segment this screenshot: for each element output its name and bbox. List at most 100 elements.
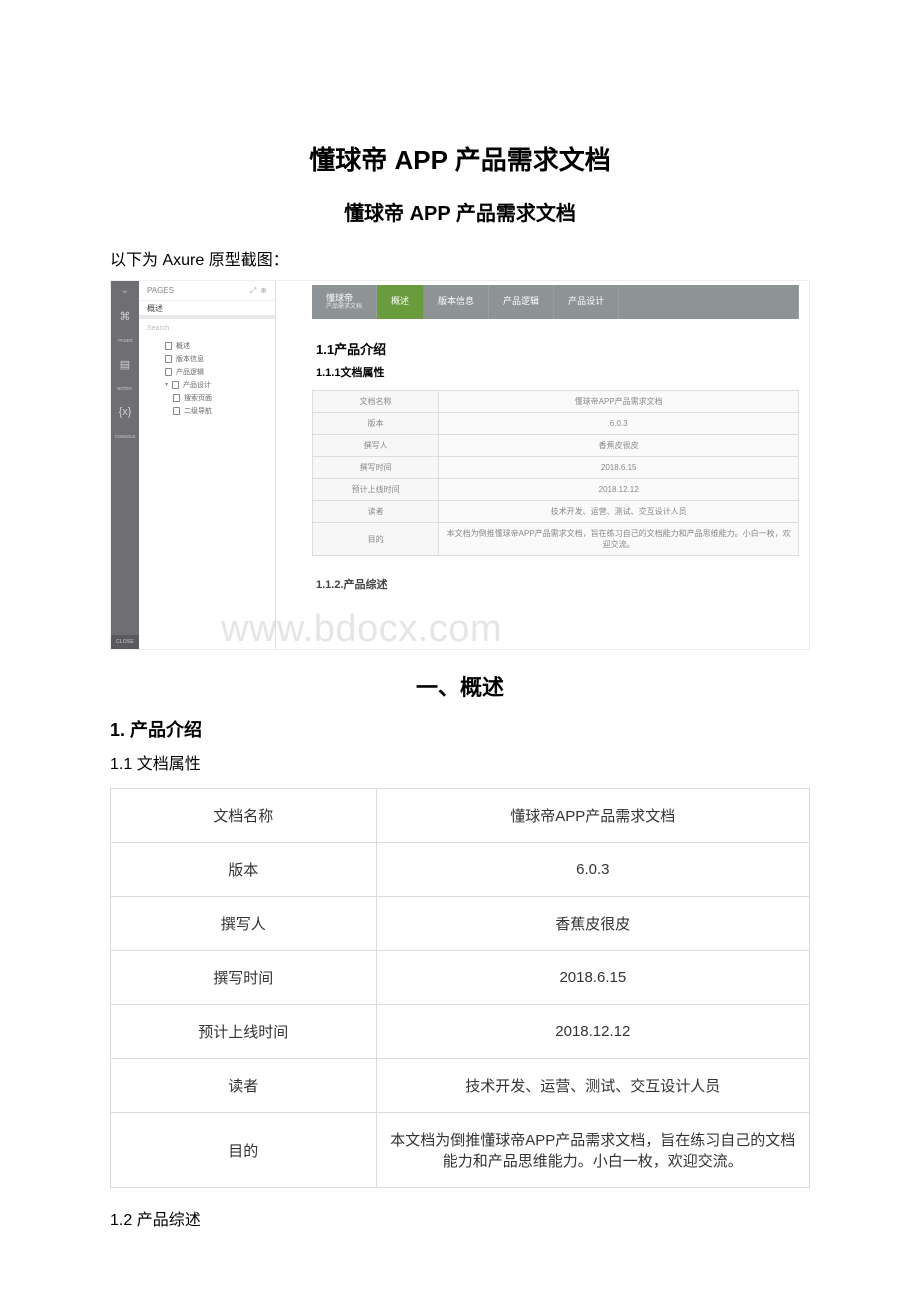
tree-item[interactable]: 概述 bbox=[147, 339, 267, 352]
tree-item[interactable]: 二级导航 bbox=[147, 404, 267, 417]
page-icon bbox=[165, 342, 172, 350]
table-row: 读者技术开发、运营、测试、交互设计人员 bbox=[111, 1059, 810, 1113]
chevron-down-icon: ⌄ bbox=[121, 285, 129, 296]
tree-item-label: 产品设计 bbox=[183, 380, 211, 390]
tree-item[interactable]: 版本信息 bbox=[147, 352, 267, 365]
fx-icon: {x} bbox=[118, 406, 132, 420]
doc-attr-table: 文档名称懂球帝APP产品需求文档版本6.0.3撰写人香蕉皮很皮撰写时间2018.… bbox=[110, 788, 810, 1188]
nav-tab[interactable]: 懂球帝产品需求文档 bbox=[312, 285, 377, 319]
axure-screenshot: ⌄ ⌘ PAGES ▤ NOTES {x} CONSOLE CLOSE PAGE… bbox=[110, 280, 810, 650]
tab-title: 版本信息 bbox=[438, 297, 474, 307]
table-value: 2018.12.12 bbox=[439, 479, 799, 501]
caret-icon: ▾ bbox=[165, 381, 168, 388]
shadow-decor bbox=[809, 281, 810, 649]
table-value: 6.0.3 bbox=[376, 843, 809, 897]
table-value: 技术开发、运营、测试、交互设计人员 bbox=[439, 501, 799, 523]
table-key: 目的 bbox=[313, 523, 439, 556]
tree-item-label: 二级导航 bbox=[184, 406, 212, 416]
close-button[interactable]: CLOSE bbox=[111, 635, 139, 649]
search-input[interactable]: Search bbox=[139, 319, 275, 337]
table-row: 读者技术开发、运营、测试、交互设计人员 bbox=[313, 501, 799, 523]
section-h3a: 1.1 文档属性 bbox=[110, 750, 810, 774]
page-icon bbox=[172, 381, 179, 389]
tab-title: 懂球帝 bbox=[326, 294, 362, 304]
page-icon bbox=[165, 355, 172, 363]
tree-item-label: 概述 bbox=[176, 341, 190, 351]
ax-attr-table: 文档名称懂球帝APP产品需求文档版本6.0.3撰写人香蕉皮很皮撰写时间2018.… bbox=[312, 390, 799, 556]
top-nav: 懂球帝产品需求文档 概述 版本信息 产品逻辑 产品设计 bbox=[312, 285, 799, 319]
table-row: 撰写人香蕉皮很皮 bbox=[111, 897, 810, 951]
table-key: 撰写人 bbox=[313, 435, 439, 457]
tree-item-label: 版本信息 bbox=[176, 354, 204, 364]
section-h3b: 1.2 产品综述 bbox=[110, 1206, 810, 1230]
table-value: 2018.12.12 bbox=[376, 1005, 809, 1059]
sidebar-icon-rail: ⌄ ⌘ PAGES ▤ NOTES {x} CONSOLE bbox=[111, 281, 139, 649]
table-value: 懂球帝APP产品需求文档 bbox=[376, 789, 809, 843]
table-key: 预计上线时间 bbox=[313, 479, 439, 501]
table-key: 读者 bbox=[313, 501, 439, 523]
table-value: 香蕉皮很皮 bbox=[376, 897, 809, 951]
table-row: 预计上线时间2018.12.12 bbox=[111, 1005, 810, 1059]
sidebar-panel: PAGES ⤢ ⊕ 概述 Search 概述版本信息产品逻辑 ▾ 产品设计搜索页面二… bbox=[139, 281, 275, 649]
nav-tab[interactable]: 概述 bbox=[377, 285, 424, 319]
pages-tag: PAGES bbox=[118, 338, 132, 343]
table-value: 本文档为倒推懂球帝APP产品需求文档，旨在练习自己的文档能力和产品思维能力。小白… bbox=[376, 1113, 809, 1188]
table-key: 版本 bbox=[313, 413, 439, 435]
tab-title: 产品设计 bbox=[568, 297, 604, 307]
page-tree: 概述版本信息产品逻辑 ▾ 产品设计搜索页面二级导航 bbox=[139, 337, 275, 419]
page-icon bbox=[165, 368, 172, 376]
tab-title: 概述 bbox=[391, 297, 409, 307]
section-h2: 1. 产品介绍 bbox=[110, 716, 810, 742]
table-row: 撰写时间2018.6.15 bbox=[313, 457, 799, 479]
tree-item[interactable]: 搜索页面 bbox=[147, 391, 267, 404]
table-row: 文档名称懂球帝APP产品需求文档 bbox=[111, 789, 810, 843]
add-icon[interactable]: ⊕ bbox=[260, 286, 267, 295]
nav-tab[interactable]: 产品设计 bbox=[554, 285, 619, 319]
axure-main: 懂球帝产品需求文档 概述 版本信息 产品逻辑 产品设计 1.1产品介绍 1.1.1文档属… bbox=[276, 281, 809, 649]
table-value: 2018.6.15 bbox=[376, 951, 809, 1005]
notes-tag: NOTES bbox=[118, 386, 133, 391]
page-icon bbox=[173, 394, 180, 402]
ax-heading-1: 1.1产品介绍 bbox=[316, 339, 799, 358]
nav-tab[interactable]: 版本信息 bbox=[424, 285, 489, 319]
page-icon bbox=[173, 407, 180, 415]
table-key: 文档名称 bbox=[111, 789, 377, 843]
nav-tab[interactable]: 产品逻辑 bbox=[489, 285, 554, 319]
title-main: 懂球帝 APP 产品需求文档 bbox=[110, 140, 810, 177]
console-tag: CONSOLE bbox=[115, 434, 136, 439]
table-value: 技术开发、运营、测试、交互设计人员 bbox=[376, 1059, 809, 1113]
table-value: 懂球帝APP产品需求文档 bbox=[439, 391, 799, 413]
ax-heading-3: 1.1.2.产品综述 bbox=[316, 576, 799, 592]
table-key: 目的 bbox=[111, 1113, 377, 1188]
table-key: 文档名称 bbox=[313, 391, 439, 413]
ax-heading-2: 1.1.1文档属性 bbox=[316, 364, 799, 380]
table-value: 本文档为倒推懂球帝APP产品需求文档，旨在练习自己的文档能力和产品思维能力。小白… bbox=[439, 523, 799, 556]
table-key: 版本 bbox=[111, 843, 377, 897]
table-row: 预计上线时间2018.12.12 bbox=[313, 479, 799, 501]
tree-item-label: 搜索页面 bbox=[184, 393, 212, 403]
table-key: 撰写时间 bbox=[111, 951, 377, 1005]
axure-sidebar: ⌄ ⌘ PAGES ▤ NOTES {x} CONSOLE CLOSE PAGE… bbox=[111, 281, 276, 649]
table-row: 版本6.0.3 bbox=[111, 843, 810, 897]
doc-icon: ▤ bbox=[118, 358, 132, 372]
tree-item[interactable]: 产品逻辑 bbox=[147, 365, 267, 378]
table-row: 版本6.0.3 bbox=[313, 413, 799, 435]
expand-icon[interactable]: ⤢ bbox=[250, 286, 256, 296]
table-row: 撰写时间2018.6.15 bbox=[111, 951, 810, 1005]
table-key: 撰写时间 bbox=[313, 457, 439, 479]
table-key: 撰写人 bbox=[111, 897, 377, 951]
tab-subtitle: 产品需求文档 bbox=[326, 304, 362, 311]
section-heading: 一、概述 bbox=[110, 670, 810, 702]
nav-tab-rest bbox=[619, 285, 799, 319]
table-key: 读者 bbox=[111, 1059, 377, 1113]
table-row: 目的本文档为倒推懂球帝APP产品需求文档，旨在练习自己的文档能力和产品思维能力。… bbox=[111, 1113, 810, 1188]
tree-item[interactable]: ▾ 产品设计 bbox=[147, 378, 267, 391]
pages-label: PAGES bbox=[147, 286, 174, 295]
tree-item-label: 产品逻辑 bbox=[176, 367, 204, 377]
pages-header: PAGES ⤢ ⊕ bbox=[139, 281, 275, 301]
table-row: 目的本文档为倒推懂球帝APP产品需求文档，旨在练习自己的文档能力和产品思维能力。… bbox=[313, 523, 799, 556]
sitemap-icon: ⌘ bbox=[118, 310, 132, 324]
table-row: 文档名称懂球帝APP产品需求文档 bbox=[313, 391, 799, 413]
table-row: 撰写人香蕉皮很皮 bbox=[313, 435, 799, 457]
table-value: 香蕉皮很皮 bbox=[439, 435, 799, 457]
